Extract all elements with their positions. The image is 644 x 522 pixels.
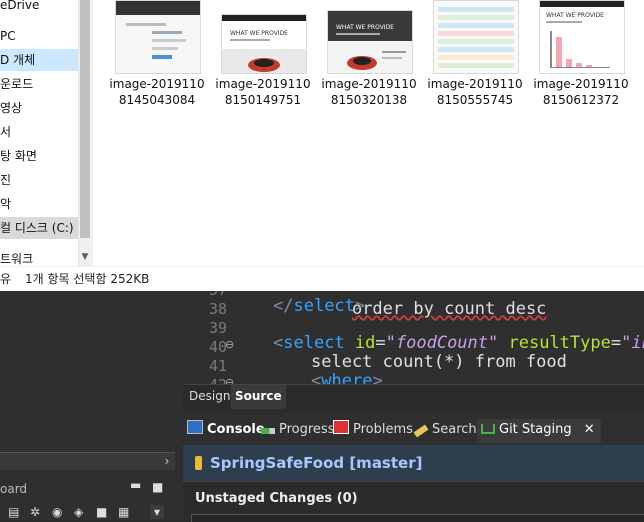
- progress-icon: [261, 428, 275, 434]
- image-thumbnail: [115, 0, 201, 74]
- selection-info: 1개 항목 선택함 252KB: [25, 272, 150, 286]
- views-tab-bar: Console Progress Problems Search Git Sta…: [183, 413, 644, 445]
- svg-text:WHAT WE PROVIDE: WHAT WE PROVIDE: [230, 30, 288, 37]
- line-number: 38: [208, 300, 227, 318]
- dashboard-view-title[interactable]: oard: [0, 482, 27, 496]
- editor-mode-tabs: Design Source: [183, 384, 644, 409]
- publish-icon[interactable]: ▦: [118, 505, 129, 519]
- nav-item-documents[interactable]: 서: [0, 121, 11, 143]
- repository-icon: [195, 456, 202, 470]
- profile-icon[interactable]: ◈: [74, 505, 83, 519]
- image-thumbnail: WHAT WE PROVIDE: [221, 14, 307, 74]
- code-line[interactable]: <where>: [311, 372, 383, 385]
- tab-design[interactable]: Design: [185, 385, 234, 409]
- file-name: image-2019110 8150555745: [427, 77, 523, 107]
- image-thumbnail: WHAT WE PROVIDE: [327, 10, 413, 74]
- nav-item-pictures[interactable]: 진: [0, 169, 11, 191]
- horizontal-scrollbar[interactable]: [0, 452, 175, 470]
- code-line[interactable]: </select>: [273, 297, 365, 316]
- image-thumbnail: WHAT WE PROVIDE: [539, 0, 625, 74]
- nav-item-music[interactable]: 악: [0, 193, 11, 215]
- tab-progress[interactable]: Progress: [261, 419, 334, 443]
- tab-source[interactable]: Source: [231, 385, 286, 409]
- svg-text:WHAT WE PROVIDE: WHAT WE PROVIDE: [546, 12, 604, 19]
- file-name: image-2019110 8150320138: [321, 77, 417, 107]
- chevron-right-icon[interactable]: ›: [160, 454, 174, 468]
- tab-git-staging[interactable]: Git Staging ✕: [477, 419, 601, 443]
- nav-item-downloads[interactable]: 운로드: [0, 73, 33, 95]
- file-name: image-2019110 8150149751: [215, 77, 311, 107]
- view-menu-icon[interactable]: ▾: [150, 505, 165, 519]
- file-grid: image-2019110 8145043084 WHAT WE PROVIDE …: [93, 0, 644, 266]
- unstaged-file-list[interactable]: [191, 514, 644, 522]
- tab-search[interactable]: Search: [413, 419, 477, 443]
- unstaged-changes-label: Unstaged Changes (0): [195, 491, 358, 506]
- nav-item-3d-objects[interactable]: D 개체: [0, 49, 78, 71]
- tab-console[interactable]: Console: [187, 419, 265, 443]
- maximize-icon[interactable]: ■: [152, 480, 163, 494]
- git-staging-icon: [481, 424, 495, 434]
- minimize-icon[interactable]: ▬: [130, 478, 141, 492]
- nav-item-videos[interactable]: 영상: [0, 97, 22, 119]
- file-name: image-2019110 8145043084: [109, 77, 205, 107]
- debug-icon[interactable]: ✲: [30, 505, 40, 519]
- tab-problems[interactable]: Problems: [333, 419, 413, 443]
- item-count: 유: [0, 272, 12, 286]
- fold-icon[interactable]: ⊖: [225, 376, 234, 384]
- problems-icon: [333, 420, 349, 434]
- line-number: 39: [208, 319, 227, 337]
- repository-title: SpringSafeFood [master]: [210, 454, 423, 472]
- nav-scrollbar-thumb[interactable]: [80, 0, 90, 238]
- stop-icon[interactable]: ■: [96, 505, 107, 519]
- file-name: image-2019110 8150612372: [533, 77, 629, 107]
- nav-item-desktop[interactable]: 탕 화면: [0, 145, 37, 167]
- image-thumbnail: [433, 0, 519, 74]
- status-bar: 유 1개 항목 선택함 252KB: [0, 266, 644, 292]
- dashboard-toolbar: ▤ ✲ ◉ ◈ ■ ▦ ▾: [0, 505, 183, 520]
- server-icon[interactable]: ▤: [8, 505, 19, 519]
- line-number: 42: [183, 376, 227, 384]
- navigation-pane: eDrive PC D 개체 운로드 영상 서 탕 화면 진 악 컬 디스크 (…: [0, 0, 78, 266]
- console-icon: [187, 420, 203, 434]
- search-icon: [413, 424, 429, 438]
- code-line[interactable]: select count(*) from food: [311, 353, 567, 372]
- line-number: 37: [183, 291, 227, 300]
- nav-item-local-disk[interactable]: 컬 디스크 (C:): [0, 217, 78, 239]
- fold-icon[interactable]: ⊖: [225, 338, 234, 351]
- nav-item-pc[interactable]: PC: [0, 25, 16, 47]
- xml-source-editor[interactable]: 37 order by count desc 38 </select> 39 4…: [183, 291, 644, 384]
- line-number: 41: [208, 357, 227, 375]
- run-icon[interactable]: ◉: [52, 505, 62, 519]
- chevron-down-icon[interactable]: ▼: [78, 250, 92, 264]
- nav-item-network[interactable]: 트워크: [0, 248, 33, 266]
- close-icon[interactable]: ✕: [584, 422, 595, 437]
- svg-text:WHAT WE PROVIDE: WHAT WE PROVIDE: [336, 24, 394, 31]
- file-explorer-window: eDrive PC D 개체 운로드 영상 서 탕 화면 진 악 컬 디스크 (…: [0, 0, 644, 292]
- nav-item-onedrive[interactable]: eDrive: [0, 0, 39, 16]
- code-line[interactable]: <select id="foodCount" resultType="int" …: [273, 334, 644, 353]
- line-number: 40: [208, 338, 227, 356]
